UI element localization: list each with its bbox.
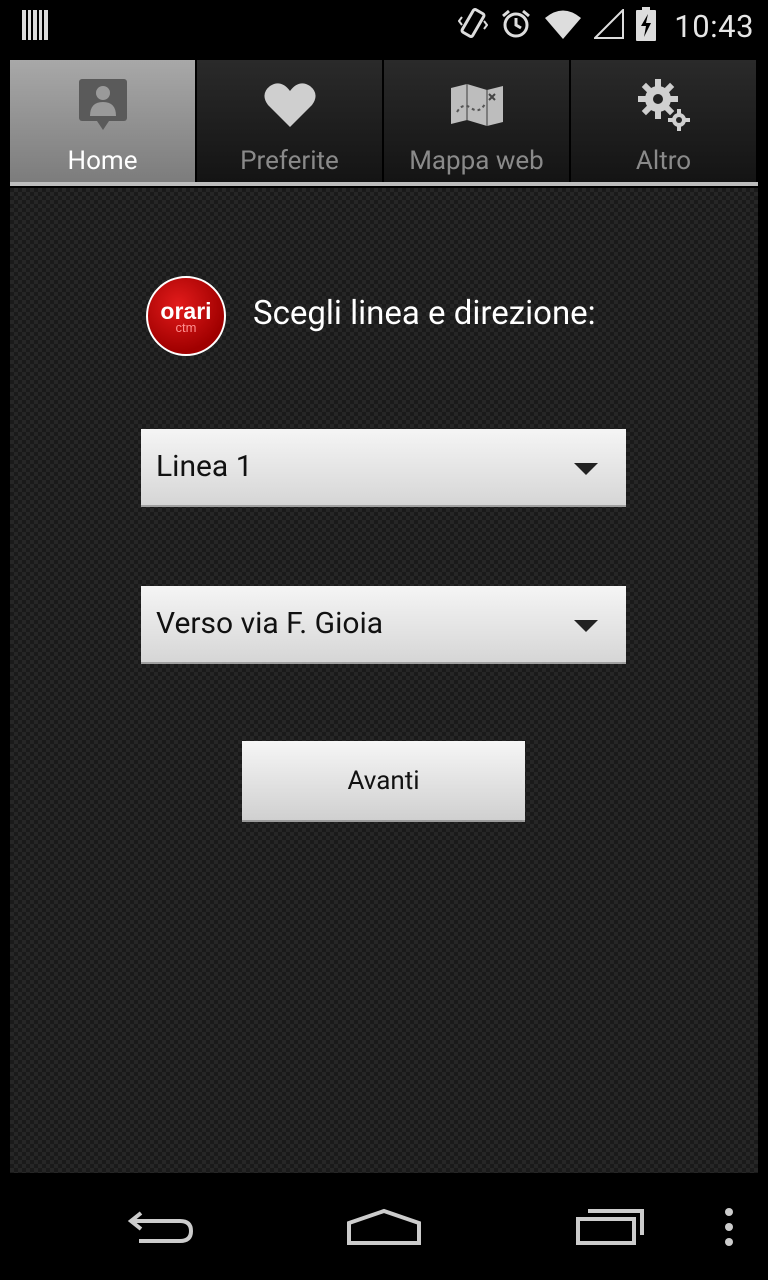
barcode-icon [22,10,48,44]
tab-altro[interactable]: Altro [571,60,758,182]
tab-preferite[interactable]: Preferite [197,60,384,182]
person-pin-icon [78,78,128,132]
tab-underline [10,182,758,186]
signal-icon [592,7,625,43]
orari-ctm-logo: orari ctm [146,276,226,356]
next-button[interactable]: Avanti [242,741,525,822]
wifi-icon [544,9,582,43]
tab-label: Mappa web [409,146,544,176]
dropdown-arrow-icon [574,620,598,632]
direction-dropdown[interactable]: Verso via F. Gioia [141,586,626,664]
tab-label: Home [67,146,138,176]
logo-subtext: ctm [175,320,197,335]
status-bar: 10:43 [0,0,768,50]
tab-label: Preferite [240,146,339,176]
map-icon [449,78,505,132]
direction-dropdown-value: Verso via F. Gioia [156,606,384,641]
tab-bar: Home Preferite Mappa web Altro [10,60,758,186]
dropdown-arrow-icon [574,463,598,475]
battery-charging-icon [636,7,657,45]
navigation-bar [0,1174,768,1280]
status-time: 10:43 [674,7,754,45]
line-dropdown-value: Linea 1 [156,449,253,484]
home-icon[interactable] [344,1202,424,1252]
tab-mappa-web[interactable]: Mappa web [384,60,571,182]
main-content: orari ctm Scegli linea e direzione: Line… [10,188,758,1173]
line-dropdown[interactable]: Linea 1 [141,429,626,507]
recents-icon[interactable] [570,1202,650,1252]
page-title: Scegli linea e direzione: [253,294,596,333]
tab-home[interactable]: Home [10,60,197,182]
gears-icon [636,78,692,132]
alarm-icon [500,8,532,44]
tab-label: Altro [635,146,692,176]
overflow-menu-icon[interactable] [716,1202,742,1252]
vibrate-icon [458,7,489,45]
back-icon[interactable] [120,1202,200,1252]
heart-icon [263,78,316,132]
